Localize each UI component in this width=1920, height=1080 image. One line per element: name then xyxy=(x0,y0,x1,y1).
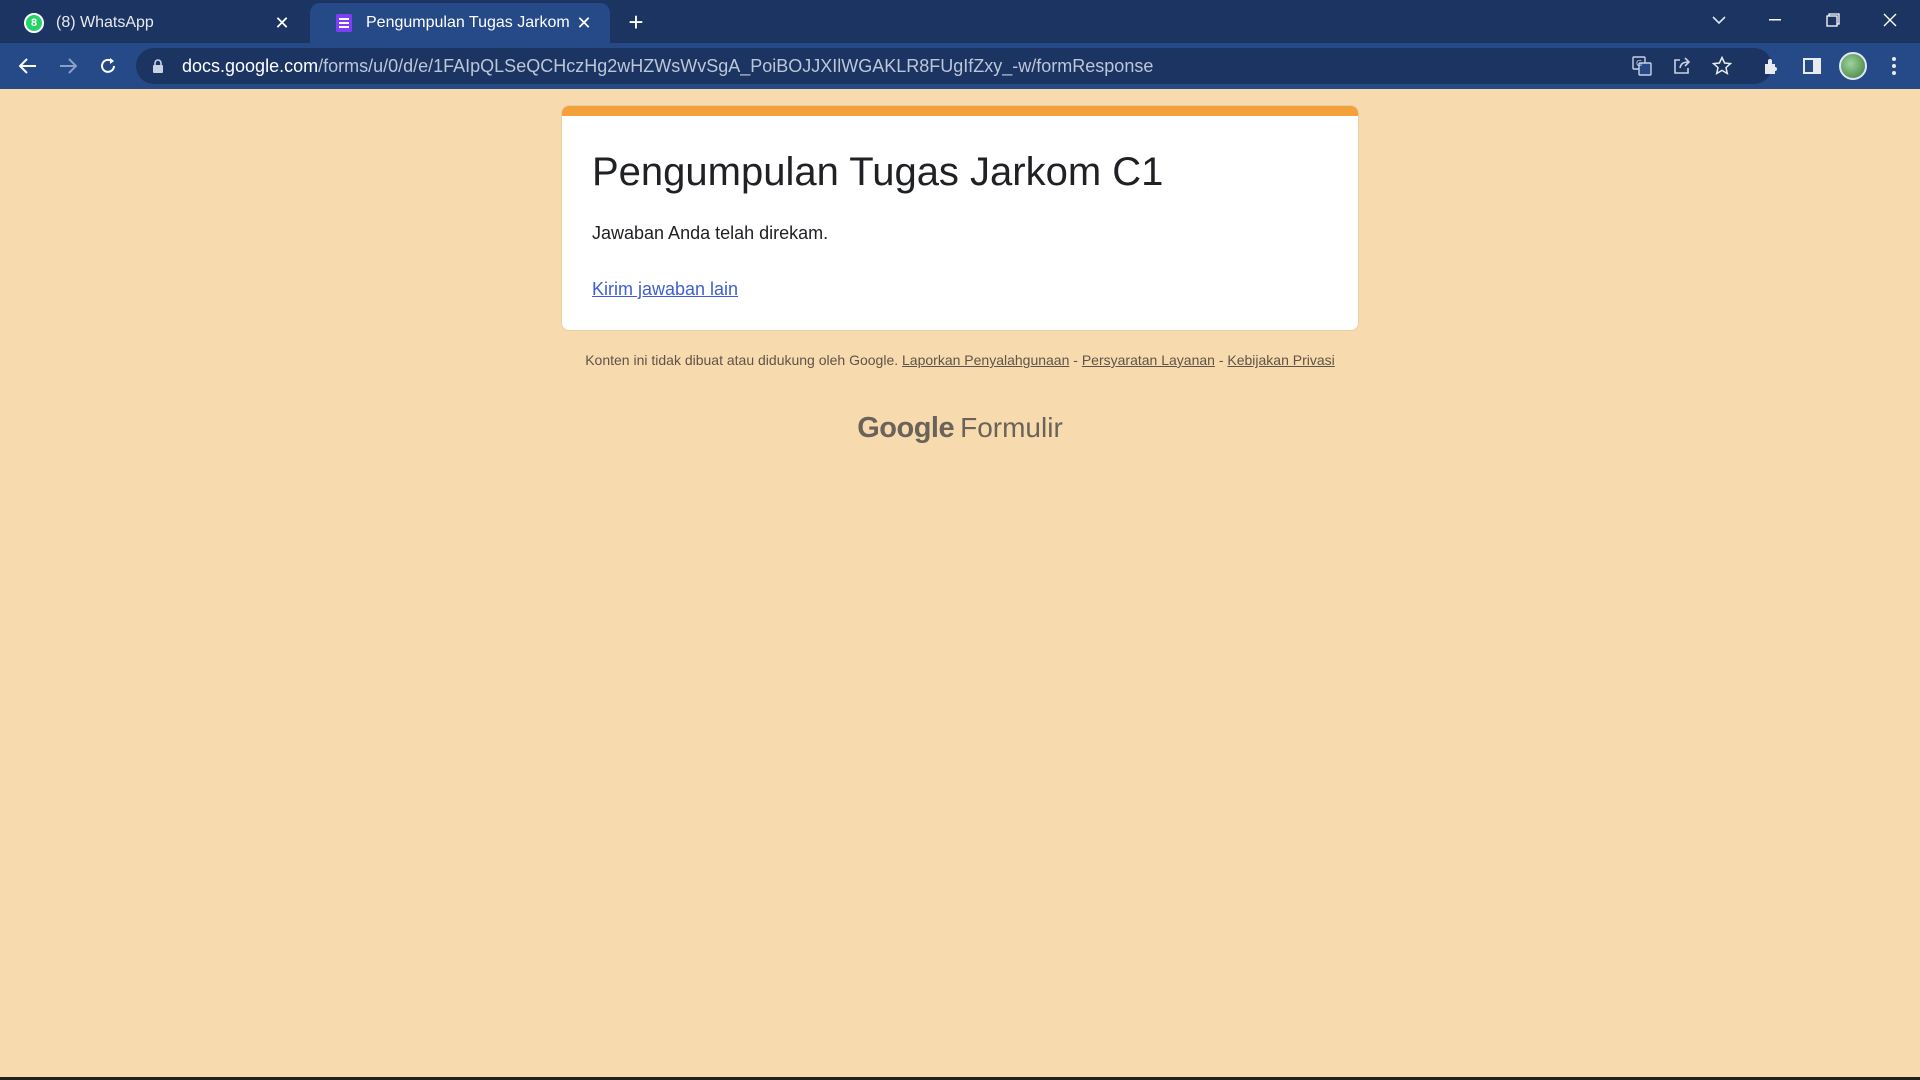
profile-avatar[interactable] xyxy=(1839,52,1867,80)
menu-icon[interactable] xyxy=(1880,52,1908,80)
privacy-policy-link[interactable]: Kebijakan Privasi xyxy=(1227,352,1334,368)
tab-title: (8) WhatsApp xyxy=(56,14,154,31)
form-title: Pengumpulan Tugas Jarkom C1 xyxy=(592,150,1164,194)
bookmark-star-icon[interactable] xyxy=(1708,52,1736,80)
share-icon[interactable] xyxy=(1668,52,1696,80)
url-host: docs.google.com xyxy=(182,55,319,76)
svg-text:G: G xyxy=(1636,59,1642,68)
disclaimer-text: Konten ini tidak dibuat atau didukung ol… xyxy=(585,352,899,368)
translate-icon[interactable]: G xyxy=(1628,52,1656,80)
report-abuse-link[interactable]: Laporkan Penyalahgunaan xyxy=(902,352,1069,368)
url-text[interactable]: docs.google.com/forms/u/0/d/e/1FAIpQLSeQ… xyxy=(182,56,1153,77)
google-forms-icon xyxy=(334,13,354,33)
reload-button[interactable] xyxy=(92,50,124,82)
whatsapp-icon: 8 xyxy=(24,13,44,33)
submit-another-response-link[interactable]: Kirim jawaban lain xyxy=(592,279,738,300)
google-forms-logo[interactable]: Google Formulir xyxy=(857,412,1063,452)
forward-button[interactable] xyxy=(52,50,84,82)
footer-separator: - xyxy=(1073,352,1078,368)
extensions-icon[interactable] xyxy=(1758,52,1786,80)
tab-strip: 8 (8) WhatsApp ✕ Pengumpulan Tugas Jarko… xyxy=(0,0,1920,43)
close-window-button[interactable] xyxy=(1862,0,1918,40)
tab-search-icon[interactable] xyxy=(1691,0,1747,40)
minimize-button[interactable] xyxy=(1747,0,1803,40)
tab-google-form[interactable]: Pengumpulan Tugas Jarkom C1 ✕ xyxy=(310,3,610,43)
side-panel-icon[interactable] xyxy=(1798,52,1826,80)
form-confirmation-card: Pengumpulan Tugas Jarkom C1 Jawaban Anda… xyxy=(561,105,1359,331)
tab-whatsapp[interactable]: 8 (8) WhatsApp ✕ xyxy=(0,3,308,43)
close-icon[interactable]: ✕ xyxy=(272,13,292,33)
terms-of-service-link[interactable]: Persyaratan Layanan xyxy=(1082,352,1215,368)
browser-toolbar: docs.google.com/forms/u/0/d/e/1FAIpQLSeQ… xyxy=(0,43,1920,89)
restore-button[interactable] xyxy=(1805,0,1861,40)
footer-separator: - xyxy=(1218,352,1224,368)
form-footer: Konten ini tidak dibuat atau didukung ol… xyxy=(585,351,1335,369)
card-accent-bar xyxy=(562,106,1358,116)
address-bar[interactable]: docs.google.com/forms/u/0/d/e/1FAIpQLSeQ… xyxy=(136,48,1772,84)
lock-icon[interactable] xyxy=(150,58,166,74)
close-icon[interactable]: ✕ xyxy=(574,13,594,33)
product-name: Formulir xyxy=(960,412,1063,443)
new-tab-button[interactable]: + xyxy=(622,7,650,37)
tab-title: Pengumpulan Tugas Jarkom C1 xyxy=(366,14,574,31)
back-button[interactable] xyxy=(12,50,44,82)
url-path: /forms/u/0/d/e/1FAIpQLSeQCHczHg2wHZWsWvS… xyxy=(318,55,1154,76)
google-wordmark: Google xyxy=(857,412,955,444)
confirmation-message: Jawaban Anda telah direkam. xyxy=(592,223,829,243)
